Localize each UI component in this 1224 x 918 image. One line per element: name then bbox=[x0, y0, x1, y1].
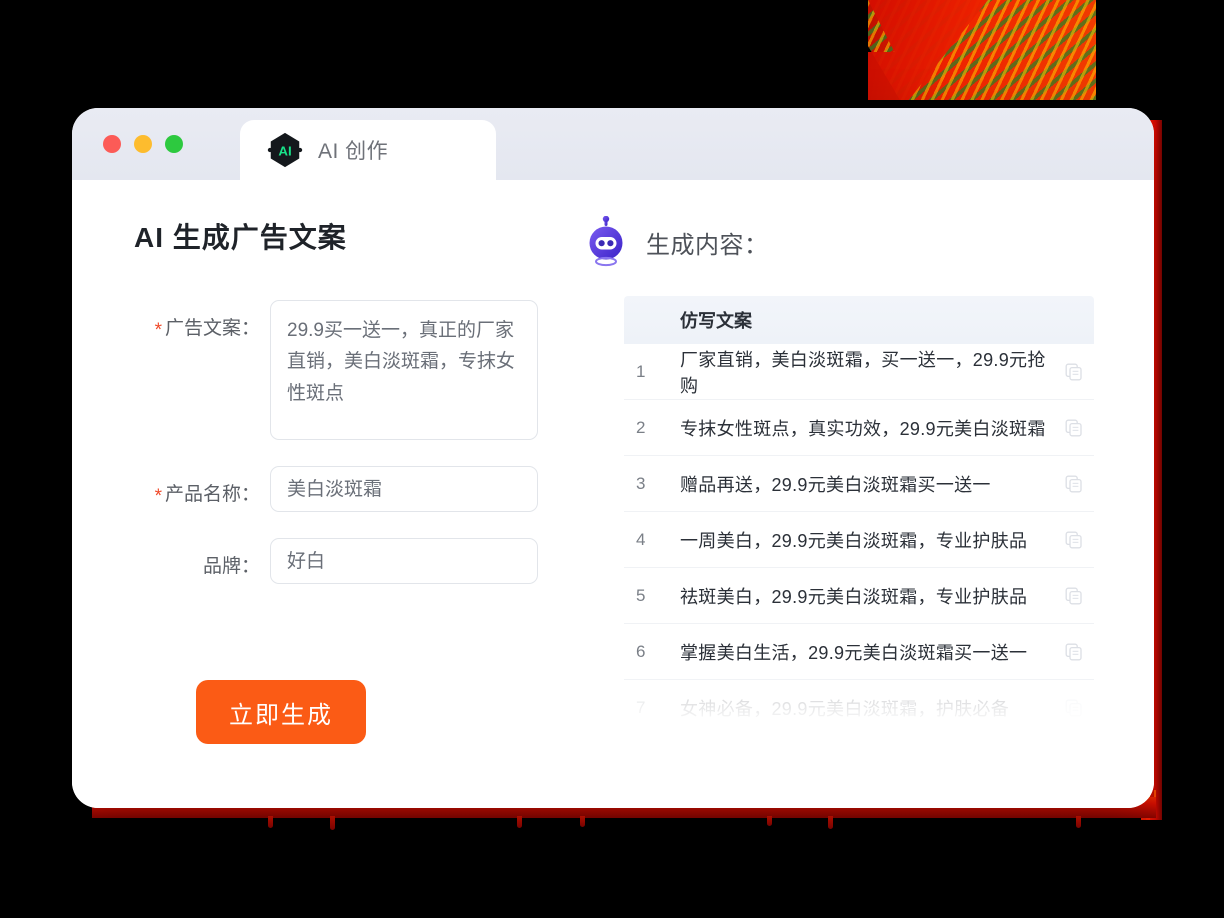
copy-icon[interactable] bbox=[1054, 363, 1094, 381]
table-row[interactable]: 4 一周美白，29.9元美白淡斑霜，专业护肤品 bbox=[624, 512, 1094, 568]
decor-drip bbox=[330, 816, 335, 830]
table-row[interactable]: 1 厂家直销，美白淡斑霜，买一送一，29.9元抢购 bbox=[624, 344, 1094, 400]
copy-icon[interactable] bbox=[1054, 419, 1094, 437]
close-button[interactable] bbox=[103, 135, 121, 153]
brand-input[interactable]: 好白 bbox=[270, 538, 538, 584]
row-index: 2 bbox=[636, 417, 646, 437]
required-asterisk: * bbox=[154, 486, 162, 507]
tab-ai-creation[interactable]: AI AI 创作 bbox=[240, 120, 496, 180]
row-index: 4 bbox=[636, 529, 646, 549]
generate-button[interactable]: 立即生成 bbox=[196, 680, 366, 744]
table-row[interactable]: 3 赠品再送，29.9元美白淡斑霜买一送一 bbox=[624, 456, 1094, 512]
row-text: 女神必备，29.9元美白淡斑霜，护肤必备 bbox=[680, 698, 1010, 719]
table-row[interactable]: 5 祛斑美白，29.9元美白淡斑霜，专业护肤品 bbox=[624, 568, 1094, 624]
svg-text:AI: AI bbox=[278, 144, 291, 159]
table-column-header: 仿写文案 bbox=[624, 296, 1094, 344]
robot-icon bbox=[589, 216, 623, 267]
table-row[interactable]: 7 女神必备，29.9元美白淡斑霜，护肤必备 bbox=[624, 680, 1094, 735]
field-label-brand: 品牌： bbox=[202, 556, 260, 577]
results-table: 仿写文案 1 厂家直销，美白淡斑霜，买一送一，29.9元抢购 2 专抹女性斑点，… bbox=[624, 296, 1094, 735]
field-label-text: 广告文案： bbox=[164, 318, 260, 339]
product-name-input[interactable]: 美白淡斑霜 bbox=[270, 466, 538, 512]
result-header: 生成内容： bbox=[572, 216, 1094, 268]
decor-drip bbox=[517, 816, 522, 828]
copy-icon[interactable] bbox=[1054, 643, 1094, 661]
decor-top-arrow bbox=[868, 0, 988, 100]
tab-label: AI 创作 bbox=[318, 140, 389, 163]
field-label-product-name: * 产品名称： bbox=[134, 466, 270, 508]
decor-top-texture bbox=[868, 0, 1096, 100]
row-text: 赠品再送，29.9元美白淡斑霜买一送一 bbox=[680, 474, 991, 495]
decor-drip bbox=[1076, 816, 1081, 828]
copy-icon[interactable] bbox=[1054, 531, 1094, 549]
ai-hexagon-icon: AI bbox=[267, 132, 303, 168]
decor-drip bbox=[828, 816, 833, 829]
row-index: 5 bbox=[636, 585, 646, 605]
row-text: 祛斑美白，29.9元美白淡斑霜，专业护肤品 bbox=[680, 586, 1028, 607]
field-brand: 品牌： 好白 bbox=[134, 538, 572, 584]
decor-drip bbox=[767, 816, 772, 826]
row-text: 掌握美白生活，29.9元美白淡斑霜买一送一 bbox=[680, 642, 1028, 663]
row-text: 厂家直销，美白淡斑霜，买一送一，29.9元抢购 bbox=[680, 349, 1046, 396]
result-pane: 生成内容： 仿写文案 1 厂家直销，美白淡斑霜，买一送一，29.9元抢购 2 专… bbox=[572, 180, 1154, 808]
required-asterisk: * bbox=[154, 320, 162, 341]
field-label-ad-copy: * 广告文案： bbox=[134, 300, 270, 342]
window-titlebar: AI AI 创作 bbox=[72, 108, 1154, 180]
app-window: AI AI 创作 AI 生成广告文案 * 广告文案： 29.9买一送一，真正的厂家… bbox=[72, 108, 1154, 808]
row-text: 专抹女性斑点，真实功效，29.9元美白淡斑霜 bbox=[680, 418, 1046, 439]
row-index: 6 bbox=[636, 641, 646, 661]
result-title: 生成内容： bbox=[646, 231, 769, 259]
table-row[interactable]: 2 专抹女性斑点，真实功效，29.9元美白淡斑霜 bbox=[624, 400, 1094, 456]
copy-icon[interactable] bbox=[1054, 699, 1094, 717]
row-index: 3 bbox=[636, 473, 646, 493]
zoom-button[interactable] bbox=[165, 135, 183, 153]
ad-copy-textarea[interactable]: 29.9买一送一，真正的厂家直销，美白淡斑霜，专抹女性斑点 bbox=[270, 300, 538, 440]
form-pane: AI 生成广告文案 * 广告文案： 29.9买一送一，真正的厂家直销，美白淡斑霜，… bbox=[72, 180, 572, 808]
field-product-name: * 产品名称： 美白淡斑霜 bbox=[134, 466, 572, 512]
table-row[interactable]: 6 掌握美白生活，29.9元美白淡斑霜买一送一 bbox=[624, 624, 1094, 680]
row-index: 7 bbox=[636, 697, 646, 717]
window-content: AI 生成广告文案 * 广告文案： 29.9买一送一，真正的厂家直销，美白淡斑霜，… bbox=[72, 180, 1154, 808]
minimize-button[interactable] bbox=[134, 135, 152, 153]
decor-drip bbox=[580, 816, 585, 827]
copy-icon[interactable] bbox=[1054, 475, 1094, 493]
decor-drip bbox=[268, 816, 273, 828]
field-label-text: 产品名称： bbox=[164, 484, 260, 505]
row-index: 1 bbox=[636, 361, 646, 381]
copy-icon[interactable] bbox=[1054, 587, 1094, 605]
page-title: AI 生成广告文案 bbox=[134, 222, 347, 253]
traffic-light-group bbox=[103, 135, 183, 153]
field-ad-copy: * 广告文案： 29.9买一送一，真正的厂家直销，美白淡斑霜，专抹女性斑点 bbox=[134, 300, 572, 440]
row-text: 一周美白，29.9元美白淡斑霜，专业护肤品 bbox=[680, 530, 1028, 551]
